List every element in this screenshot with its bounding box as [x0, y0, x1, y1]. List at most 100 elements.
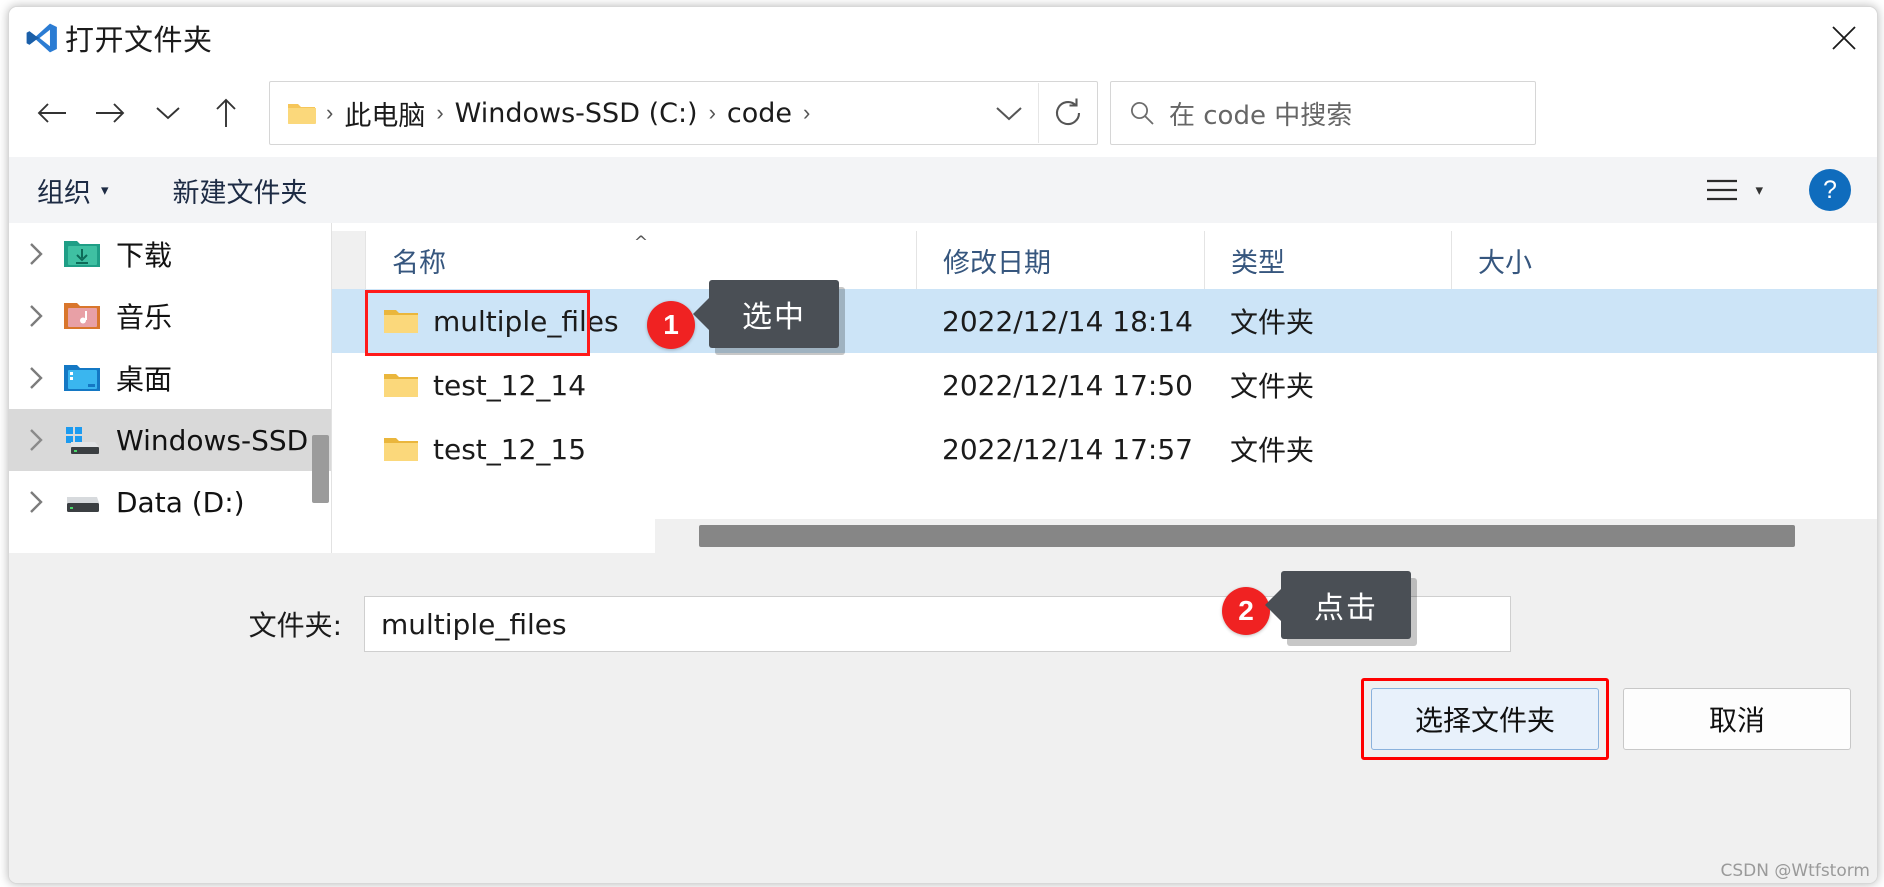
annotation-callout-1: 选中: [709, 280, 839, 348]
chevron-right-icon[interactable]: [9, 240, 63, 268]
search-placeholder: 在 code 中搜索: [1169, 100, 1353, 131]
file-name-cell[interactable]: test_12_15: [365, 417, 916, 481]
sidebar-item-downloads[interactable]: 下载: [9, 223, 331, 285]
up-button[interactable]: [197, 84, 255, 142]
search-icon: [1131, 102, 1154, 125]
close-button[interactable]: [1811, 7, 1877, 69]
sidebar-item-label: Data (D:): [116, 485, 245, 519]
folder-icon: [384, 373, 418, 397]
back-button[interactable]: [23, 84, 81, 142]
row-spacer: [332, 353, 365, 417]
table-row[interactable]: test_12_15 2022/12/14 17:57 文件夹: [332, 417, 1877, 481]
annotation-badge-1: 1: [647, 301, 695, 349]
select-folder-button[interactable]: 选择文件夹: [1371, 688, 1599, 750]
breadcrumb-separator: ›: [326, 100, 334, 125]
chevron-right-icon[interactable]: [9, 426, 63, 454]
open-folder-dialog: 打开文件夹 › 此电脑 › Windows-SSD (C:) › code › …: [8, 6, 1878, 884]
new-folder-button[interactable]: 新建文件夹: [173, 171, 308, 210]
organize-label: 组织: [37, 177, 91, 209]
window-title: 打开文件夹: [65, 23, 213, 57]
sidebar-item-data-d[interactable]: Data (D:): [9, 471, 331, 533]
forward-button[interactable]: [81, 84, 139, 142]
organize-button[interactable]: 组织 ▾: [37, 171, 109, 210]
file-date-cell: 2022/12/14 17:57: [942, 432, 1193, 466]
file-size-cell: [1451, 417, 1651, 481]
help-button[interactable]: ?: [1809, 169, 1851, 211]
column-header-date[interactable]: 修改日期: [917, 231, 1205, 289]
arrow-up-icon: [216, 98, 236, 127]
sidebar-item-label: 桌面: [116, 363, 173, 396]
view-options-button[interactable]: ▾: [1705, 177, 1763, 203]
horizontal-scrollbar[interactable]: [655, 519, 1877, 553]
address-bar[interactable]: › 此电脑 › Windows-SSD (C:) › code ›: [269, 81, 1098, 145]
sidebar-item-label: 音乐: [116, 301, 173, 334]
row-spacer: [332, 289, 365, 353]
refresh-button[interactable]: [1038, 83, 1097, 143]
folder-label: 文件夹:: [248, 609, 342, 642]
address-dropdown-button[interactable]: [980, 83, 1038, 143]
chevron-down-icon: [996, 107, 1022, 121]
chevron-down-icon: ▾: [101, 181, 109, 199]
search-box[interactable]: 在 code 中搜索: [1110, 81, 1536, 145]
sidebar-item-desktop[interactable]: 桌面: [9, 347, 331, 409]
column-header-label: 修改日期: [943, 247, 1051, 279]
folder-icon: [384, 309, 418, 333]
file-type-cell: 文件夹: [1230, 434, 1315, 467]
column-header-size[interactable]: 大小: [1452, 231, 1652, 289]
file-type-cell: 文件夹: [1230, 370, 1315, 403]
cancel-label: 取消: [1708, 704, 1765, 737]
sidebar-item-label: Windows-SSD: [116, 423, 309, 457]
column-header-type[interactable]: 类型: [1205, 231, 1452, 289]
sidebar-item-windows-ssd[interactable]: Windows-SSD: [9, 409, 331, 471]
select-folder-label: 选择文件夹: [1414, 704, 1555, 737]
breadcrumb-item-2[interactable]: code: [725, 98, 794, 129]
annotation-callout-2: 点击: [1281, 571, 1411, 639]
sort-ascending-icon: ^: [633, 233, 649, 253]
breadcrumb-item-0[interactable]: 此电脑: [342, 94, 427, 133]
column-header-label: 名称: [392, 247, 446, 279]
footer-buttons: 选择文件夹 取消: [1361, 678, 1851, 760]
cancel-button[interactable]: 取消: [1623, 688, 1851, 750]
chevron-right-icon[interactable]: [9, 302, 63, 330]
annotation-badge-2: 2: [1222, 587, 1270, 635]
sidebar-scrollbar-thumb[interactable]: [312, 435, 329, 503]
chevron-down-icon: [156, 107, 180, 120]
folder-input-row: 文件夹: multiple_files: [9, 595, 1877, 653]
toolbar-right-group: ▾ ?: [1705, 169, 1877, 211]
sidebar-item-music[interactable]: 音乐: [9, 285, 331, 347]
folder-icon: [384, 437, 418, 461]
breadcrumb-item-1[interactable]: Windows-SSD (C:): [453, 98, 700, 129]
drive-icon: [67, 497, 99, 512]
desktop-folder-icon: [64, 365, 100, 391]
chevron-right-icon[interactable]: [9, 364, 63, 392]
file-size-cell: [1451, 289, 1651, 353]
file-name-label: test_12_15: [433, 432, 587, 466]
header-spacer: [332, 231, 366, 289]
chevron-down-icon: ▾: [1755, 182, 1763, 199]
list-view-icon: [1707, 179, 1738, 201]
screenshot-root: 打开文件夹 › 此电脑 › Windows-SSD (C:) › code › …: [0, 0, 1884, 887]
windows-drive-icon: [66, 427, 99, 454]
file-date-cell: 2022/12/14 18:14: [942, 304, 1193, 338]
file-size-cell: [1451, 353, 1651, 417]
close-icon: [1832, 26, 1856, 50]
column-header-label: 类型: [1231, 247, 1285, 279]
recent-locations-button[interactable]: [139, 84, 197, 142]
table-row[interactable]: multiple_files 2022/12/14 18:14 文件夹: [332, 289, 1877, 353]
column-headers: ^ 名称 修改日期 类型 大小: [332, 231, 1877, 290]
row-spacer: [332, 417, 365, 481]
command-toolbar: 组织 ▾ 新建文件夹 ▾ ?: [9, 157, 1877, 224]
folder-input-value: multiple_files: [381, 607, 567, 641]
file-rows: multiple_files 2022/12/14 18:14 文件夹 test…: [332, 289, 1877, 481]
sidebar-item-label: 下载: [116, 239, 173, 272]
file-name-cell[interactable]: test_12_14: [365, 353, 916, 417]
table-row[interactable]: test_12_14 2022/12/14 17:50 文件夹: [332, 353, 1877, 417]
horizontal-scrollbar-thumb[interactable]: [699, 525, 1795, 547]
dialog-body: 下载 音乐 桌面 Windows-SSD Data (D:) ^ 名称 修改日期…: [9, 223, 1877, 553]
arrow-right-icon: [96, 103, 125, 123]
chevron-right-icon[interactable]: [9, 488, 63, 516]
downloads-folder-icon: [64, 241, 100, 267]
file-name-label: test_12_14: [433, 368, 587, 402]
column-header-label: 大小: [1478, 247, 1532, 279]
navigation-pane: 下载 音乐 桌面 Windows-SSD Data (D:): [9, 223, 332, 553]
